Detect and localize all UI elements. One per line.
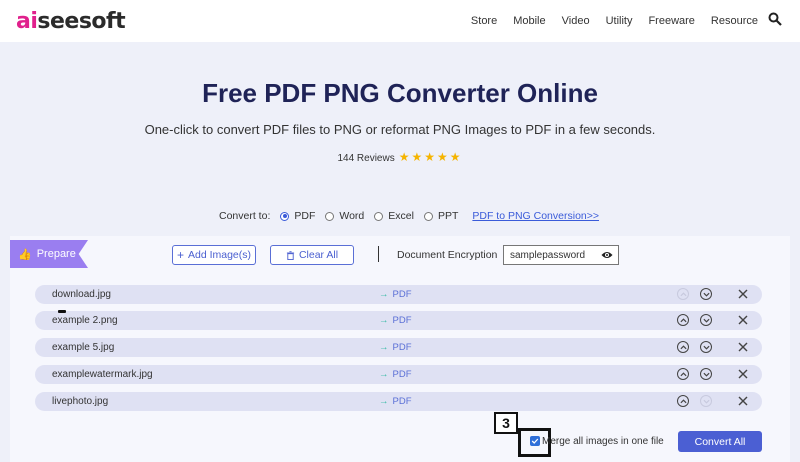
document-encryption-label: Document Encryption [397, 249, 498, 261]
page-subtitle: One-click to convert PDF files to PNG or… [144, 122, 656, 137]
nav-store[interactable]: Store [471, 15, 497, 27]
target-format: PDF [392, 342, 412, 353]
radio-pdf[interactable] [280, 211, 290, 221]
add-images-label: Add Image(s) [187, 249, 252, 261]
radio-excel[interactable] [374, 211, 384, 221]
trash-icon [286, 250, 295, 260]
move-up-icon[interactable] [677, 395, 689, 407]
search-icon[interactable] [768, 12, 782, 26]
clear-all-button[interactable]: Clear All [270, 245, 354, 265]
target-format: PDF [392, 315, 412, 326]
step-number-badge: 3 [494, 412, 518, 434]
format-label-word: Word [339, 210, 365, 222]
arrow-right-icon: → [379, 315, 389, 326]
eye-icon[interactable] [601, 250, 613, 260]
convert-to-label: Convert to: [219, 210, 271, 222]
file-row: livephoto.jpg → PDF [35, 392, 762, 411]
move-down-icon[interactable] [700, 341, 712, 353]
arrow-right-icon: → [379, 369, 389, 380]
file-row: examplewatermark.jpg → PDF [35, 365, 762, 384]
thumbs-up-icon: 👍 [18, 248, 32, 261]
target-format: PDF [392, 396, 412, 407]
conversion-target: → PDF [379, 369, 412, 380]
convert-format-selector: Convert to: PDF Word Excel PPT PDF to PN… [219, 210, 599, 222]
file-name: download.jpg [52, 289, 111, 300]
conversion-target: → PDF [379, 315, 412, 326]
move-down-icon[interactable] [700, 288, 712, 300]
radio-ppt[interactable] [423, 211, 433, 221]
file-name: example 5.jpg [52, 342, 115, 353]
toolbar-divider [378, 246, 379, 262]
conversion-target: → PDF [379, 289, 412, 300]
format-option-excel[interactable]: Excel [374, 210, 414, 222]
move-up-icon [677, 288, 689, 300]
close-icon[interactable] [736, 367, 750, 381]
close-icon[interactable] [736, 340, 750, 354]
nav-mobile[interactable]: Mobile [513, 15, 545, 27]
rating-stars-icon: ★★★★★ [398, 150, 463, 164]
add-images-button[interactable]: + Add Image(s) [172, 245, 256, 265]
conversion-target: → PDF [379, 396, 412, 407]
move-up-icon[interactable] [677, 341, 689, 353]
format-label-pdf: PDF [294, 210, 316, 222]
aiseesoft-logo[interactable]: aiseesoft [16, 9, 126, 34]
move-up-icon[interactable] [677, 368, 689, 380]
file-row: example 2.png → PDF [35, 311, 762, 330]
move-down-icon[interactable] [700, 368, 712, 380]
format-option-word[interactable]: Word [325, 210, 364, 222]
reviews-summary: 144 Reviews ★★★★★ [0, 150, 800, 164]
format-label-ppt: PPT [437, 210, 459, 222]
close-icon[interactable] [736, 394, 750, 408]
file-name: example 2.png [52, 315, 118, 326]
arrow-right-icon: → [379, 289, 389, 300]
format-option-ppt[interactable]: PPT [423, 210, 459, 222]
format-label-excel: Excel [388, 210, 414, 222]
merge-checkbox[interactable] [530, 436, 540, 446]
nav-utility[interactable]: Utility [606, 15, 633, 27]
logo-prefix: ai [16, 9, 38, 34]
move-down-icon[interactable] [700, 314, 712, 326]
file-row: download.jpg → PDF [35, 285, 762, 304]
logo-text: seesoft [37, 9, 126, 34]
checkmark-icon [531, 438, 539, 444]
plus-icon: + [176, 248, 184, 262]
target-format: PDF [392, 289, 412, 300]
convert-all-button[interactable]: Convert All [678, 431, 762, 452]
clear-all-label: Clear All [298, 249, 339, 261]
format-option-pdf[interactable]: PDF [280, 210, 315, 222]
nav-resource[interactable]: Resource [711, 15, 758, 27]
radio-word[interactable] [325, 211, 335, 221]
conversion-target: → PDF [379, 342, 412, 353]
file-row: example 5.jpg → PDF [35, 338, 762, 357]
main-nav: Store Mobile Video Utility Freeware Reso… [471, 15, 758, 27]
page-title: Free PDF PNG Converter Online [202, 78, 598, 108]
file-name: livephoto.jpg [52, 396, 109, 407]
prepare-label: Prepare [36, 248, 76, 260]
nav-video[interactable]: Video [562, 15, 590, 27]
prepare-step-tag: 👍 Prepare [10, 240, 88, 268]
close-icon[interactable] [736, 287, 750, 301]
pdf-to-png-link[interactable]: PDF to PNG Conversion>> [472, 210, 599, 222]
close-icon[interactable] [736, 313, 750, 327]
nav-freeware[interactable]: Freeware [648, 15, 694, 27]
target-format: PDF [392, 369, 412, 380]
merge-label: Merge all images in one file [542, 436, 664, 447]
mouse-cursor-mark [58, 310, 66, 313]
top-navigation-bar: aiseesoft Store Mobile Video Utility Fre… [0, 0, 800, 42]
arrow-right-icon: → [379, 342, 389, 353]
reviews-count: 144 Reviews [337, 153, 395, 164]
move-up-icon[interactable] [677, 314, 689, 326]
file-name: examplewatermark.jpg [52, 369, 153, 380]
arrow-right-icon: → [379, 396, 389, 407]
move-down-icon [700, 395, 712, 407]
